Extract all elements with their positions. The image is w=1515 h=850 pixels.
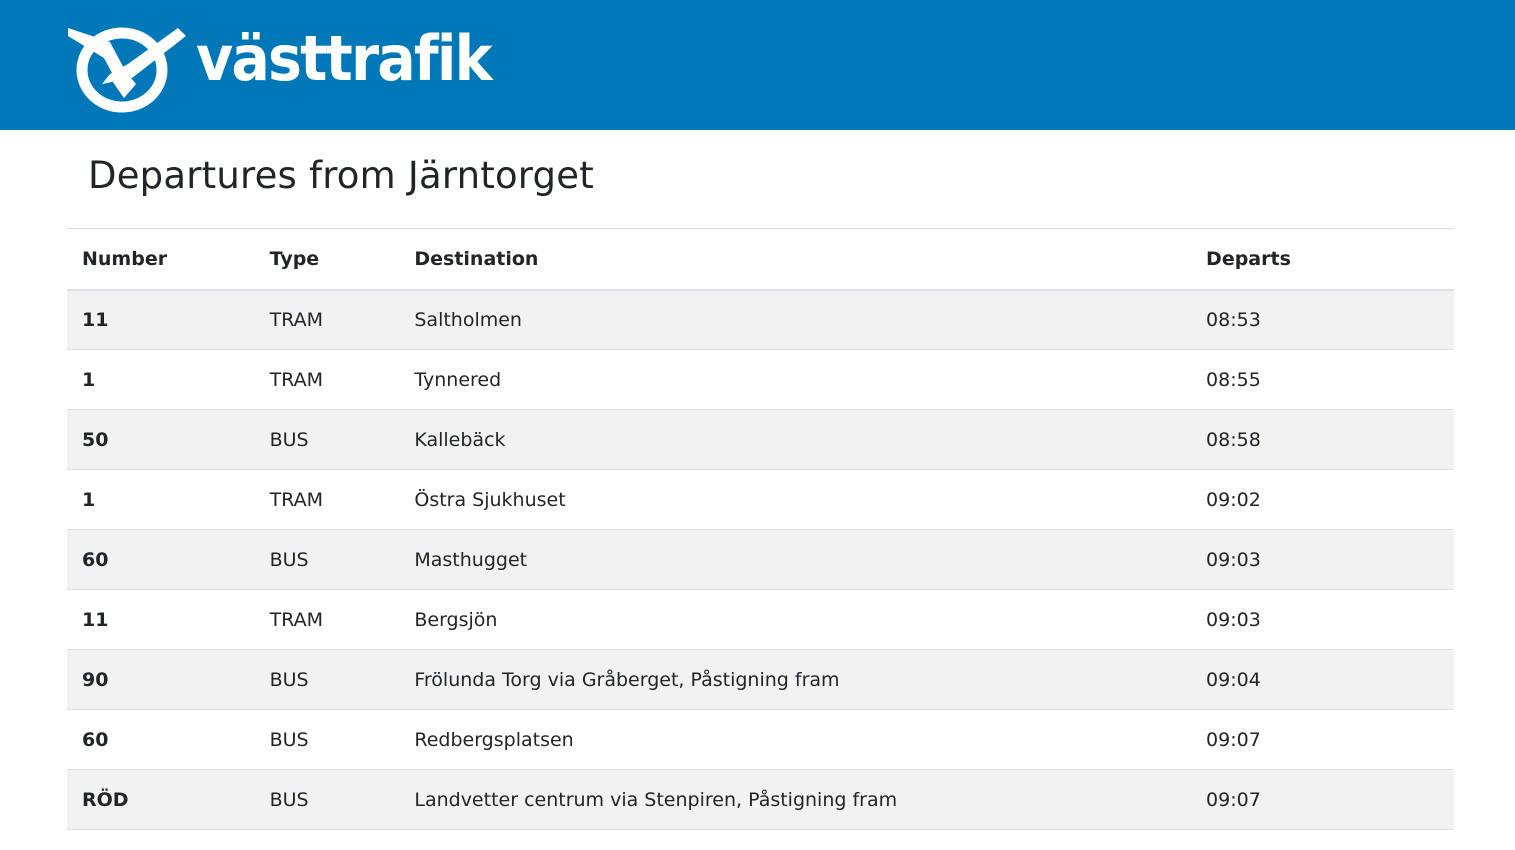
site-header: västtrafik	[0, 0, 1515, 130]
cell-type: BUS	[269, 548, 309, 571]
column-header-number: Number	[82, 247, 168, 270]
cell-destination: Frölunda Torg via Gråberget, Påstigning …	[414, 668, 840, 691]
cell-type: TRAM	[269, 608, 324, 631]
cell-departs: 09:03	[1206, 548, 1261, 571]
cell-type: TRAM	[269, 488, 324, 511]
column-header-departs: Departs	[1206, 247, 1291, 270]
cell-departs: 09:07	[1206, 728, 1261, 751]
column-header-destination: Destination	[414, 247, 539, 270]
cell-number: 11	[82, 308, 109, 331]
cell-departs: 08:53	[1206, 308, 1261, 331]
vasttrafik-logo-mark-icon	[68, 27, 186, 113]
cell-destination: Bergsjön	[414, 608, 498, 631]
cell-destination: Redbergsplatsen	[414, 728, 574, 751]
cell-type: BUS	[269, 728, 309, 751]
cell-type: BUS	[269, 668, 309, 691]
cell-departs: 08:58	[1206, 428, 1261, 451]
table-body: 11 TRAM Saltholmen 08:53 1 TRAM Tynnered 08:55 5…	[67, 289, 1454, 830]
cell-type: TRAM	[269, 308, 324, 331]
table-row: 60 BUS Masthugget 09:03	[67, 529, 1454, 590]
table-row: 1 TRAM Tynnered 08:55	[67, 350, 1454, 410]
cell-departs: 09:07	[1206, 788, 1261, 811]
cell-number: 50	[82, 428, 109, 451]
cell-destination: Masthugget	[414, 548, 528, 571]
table-row: 1 TRAM Östra Sjukhuset 09:02	[67, 470, 1454, 530]
cell-departs: 08:55	[1206, 368, 1261, 391]
table-header-row: Number Type Destination Departs	[67, 228, 1454, 290]
table-row: 11 TRAM Bergsjön 09:03	[67, 590, 1454, 650]
cell-number: 60	[82, 548, 109, 571]
cell-number: 60	[82, 728, 109, 751]
cell-type: TRAM	[269, 368, 324, 391]
page-title: Departures from Järntorget	[88, 154, 594, 197]
table-header: Number Type Destination Departs	[67, 228, 1454, 290]
cell-number: 90	[82, 668, 109, 691]
vasttrafik-logo[interactable]: västtrafik	[66, 14, 516, 114]
cell-number: 1	[82, 368, 96, 391]
table-row: 90 BUS Frölunda Torg via Gråberget, Påstig…	[67, 649, 1454, 710]
cell-destination: Kallebäck	[414, 428, 506, 451]
cell-departs: 09:03	[1206, 608, 1261, 631]
table-row: 60 BUS Redbergsplatsen 09:07	[67, 710, 1454, 770]
table-row: 11 TRAM Saltholmen 08:53	[67, 289, 1454, 350]
column-header-type: Type	[269, 247, 320, 270]
departures-table: Number Type Destination Departs 11 TRAM Sa…	[67, 228, 1454, 830]
cell-number: 11	[82, 608, 109, 631]
cell-destination: Östra Sjukhuset	[414, 488, 566, 511]
cell-number: RÖD	[82, 788, 129, 811]
cell-type: BUS	[269, 788, 309, 811]
cell-type: BUS	[269, 428, 309, 451]
table-row: RÖD BUS Landvetter centrum via Stenpiren, …	[67, 769, 1454, 830]
cell-destination: Tynnered	[414, 368, 502, 391]
cell-number: 1	[82, 488, 96, 511]
cell-destination: Landvetter centrum via Stenpiren, Påstig…	[414, 788, 898, 811]
cell-destination: Saltholmen	[414, 308, 522, 331]
table-row: 50 BUS Kallebäck 08:58	[67, 409, 1454, 470]
cell-departs: 09:04	[1206, 668, 1261, 691]
logo-wordmark: västtrafik	[196, 22, 493, 95]
cell-departs: 09:02	[1206, 488, 1261, 511]
